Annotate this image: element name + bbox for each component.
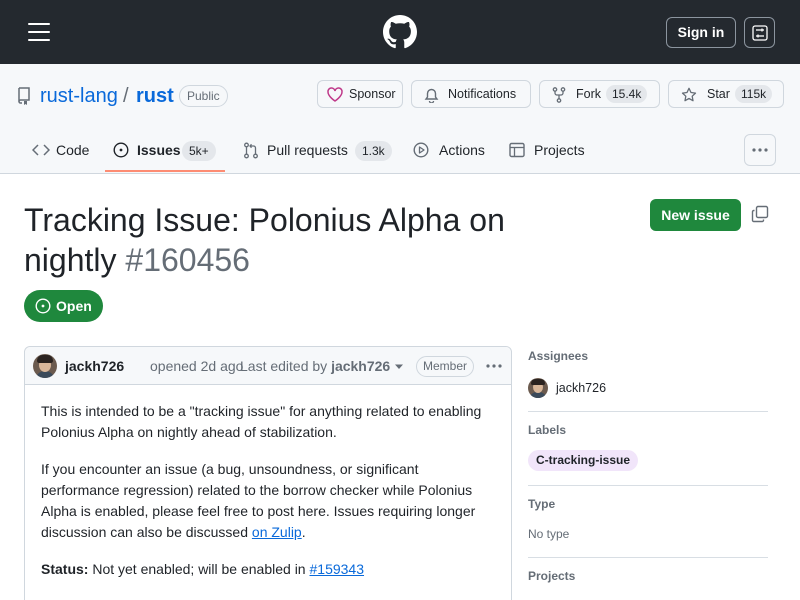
comment-body: This is intended to be a "tracking issue… xyxy=(41,401,499,596)
labels-heading[interactable]: Labels xyxy=(528,423,566,437)
notifications-button[interactable]: Notifications xyxy=(411,80,531,108)
type-heading[interactable]: Type xyxy=(528,497,555,511)
sidebar-divider xyxy=(528,557,768,558)
issue-title-text: Tracking Issue: Polonius Alpha on nightl… xyxy=(24,202,505,278)
repo-owner-link[interactable]: rust-lang xyxy=(40,85,118,108)
pull-request-icon xyxy=(244,142,258,159)
visibility-badge: Public xyxy=(179,85,228,107)
github-logo-icon[interactable] xyxy=(383,15,417,49)
type-value: No type xyxy=(528,527,570,541)
tab-pull-requests-label: Pull requests xyxy=(267,142,348,158)
sliders-icon xyxy=(752,25,768,41)
repo-icon xyxy=(18,87,30,105)
kebab-horizontal-icon xyxy=(752,148,768,152)
repo-path-separator: / xyxy=(123,85,129,107)
star-label: Star xyxy=(707,87,730,101)
repo-name-link[interactable]: rust xyxy=(136,85,174,108)
fork-icon xyxy=(552,87,566,103)
issue-opened-icon xyxy=(113,142,129,158)
author-role-badge: Member xyxy=(416,356,475,377)
comment-paragraph: This is intended to be a "tracking issue… xyxy=(41,403,482,440)
tab-actions[interactable]: Actions xyxy=(413,132,488,172)
tab-actions-label: Actions xyxy=(439,142,485,158)
assignee-avatar[interactable] xyxy=(528,378,548,398)
tab-projects[interactable]: Projects xyxy=(509,132,589,172)
star-button[interactable]: Star 115k xyxy=(668,80,784,108)
tab-projects-label: Projects xyxy=(534,142,585,158)
code-icon xyxy=(32,144,50,156)
fork-button[interactable]: Fork 15.4k xyxy=(539,80,660,108)
copy-icon[interactable] xyxy=(750,204,770,224)
status-pr-link[interactable]: #159343 xyxy=(310,561,365,577)
avatar[interactable] xyxy=(33,354,57,378)
issue-title: Tracking Issue: Polonius Alpha on nightl… xyxy=(24,200,544,280)
new-issue-button[interactable]: New issue xyxy=(650,199,741,231)
bell-icon xyxy=(424,88,439,103)
tab-issues[interactable]: Issues 5k+ xyxy=(113,132,225,172)
caret-down-icon[interactable] xyxy=(394,364,404,370)
status-label: Status: xyxy=(41,561,89,577)
issue-state-label: Open xyxy=(56,298,92,314)
active-tab-indicator xyxy=(105,170,225,172)
table-icon xyxy=(509,142,525,158)
sidebar-divider xyxy=(528,485,768,486)
issue-number: #160456 xyxy=(125,242,250,278)
search-options-button[interactable] xyxy=(744,17,775,48)
status-line: Status: Not yet enabled; will be enabled… xyxy=(41,559,499,580)
sidebar-divider xyxy=(528,411,768,412)
heart-icon xyxy=(327,87,343,102)
status-text: Not yet enabled; will be enabled in xyxy=(92,561,306,577)
zulip-link[interactable]: on Zulip xyxy=(252,524,302,540)
paragraph-period: . xyxy=(301,524,306,540)
issue-label[interactable]: C-tracking-issue xyxy=(528,450,639,471)
issue-body-comment: jackh726 opened 2d ago Last edited by ja… xyxy=(24,346,512,600)
edited-by: jackh726 xyxy=(331,358,391,374)
comment-paragraph: If you encounter an issue (a bug, unsoun… xyxy=(41,459,499,543)
sponsor-label: Sponsor xyxy=(349,87,396,101)
edit-history-dropdown[interactable]: Last edited by jackh726 xyxy=(240,358,390,374)
menu-icon[interactable] xyxy=(24,20,54,44)
sign-in-button[interactable]: Sign in xyxy=(666,17,736,48)
comment-author-link[interactable]: jackh726 xyxy=(65,358,124,374)
sponsor-button[interactable]: Sponsor xyxy=(317,80,403,108)
more-tabs-button[interactable] xyxy=(744,134,776,166)
issue-opened-icon xyxy=(35,298,51,314)
comment-header: jackh726 opened 2d ago Last edited by ja… xyxy=(25,347,511,385)
edited-prefix: Last edited by xyxy=(240,358,328,374)
play-icon xyxy=(413,142,429,158)
tab-issues-count: 5k+ xyxy=(182,141,216,161)
assignee-link[interactable]: jackh726 xyxy=(556,381,606,395)
global-header: Sign in xyxy=(0,0,800,64)
tab-pull-requests[interactable]: Pull requests 1.3k xyxy=(243,132,392,172)
tab-code[interactable]: Code xyxy=(32,132,97,172)
issue-state-badge: Open xyxy=(24,290,103,322)
comment-opened-time[interactable]: opened 2d ago xyxy=(150,358,243,374)
star-icon xyxy=(681,87,697,102)
fork-count: 15.4k xyxy=(606,85,648,103)
tab-pull-requests-count: 1.3k xyxy=(355,141,392,161)
notifications-label: Notifications xyxy=(448,87,517,101)
star-count: 115k xyxy=(735,85,773,103)
projects-heading[interactable]: Projects xyxy=(528,569,575,583)
tab-issues-label: Issues xyxy=(137,142,181,158)
fork-label: Fork xyxy=(576,87,601,101)
kebab-horizontal-icon[interactable] xyxy=(484,357,504,375)
tab-code-label: Code xyxy=(56,142,90,158)
assignees-heading[interactable]: Assignees xyxy=(528,349,588,363)
